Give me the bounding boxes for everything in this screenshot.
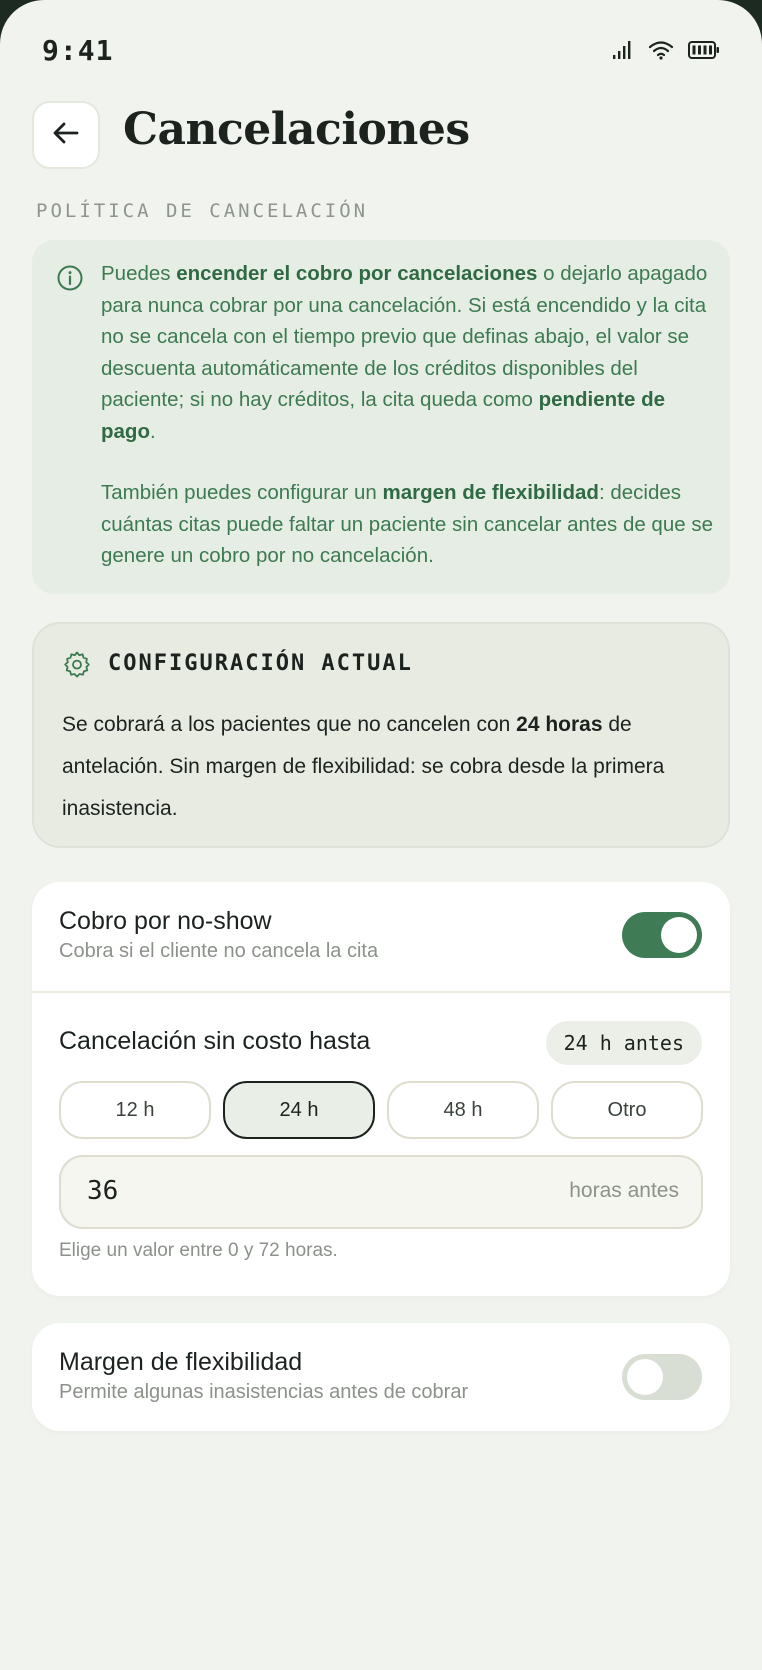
gear-icon [62,650,92,680]
section-label-policy: POLÍTICA DE CANCELACIÓN [36,200,369,222]
page-title: Cancelaciones [123,104,470,155]
no-show-card: Cobro por no-show Cobra si el cliente no… [32,882,730,1296]
option-24h[interactable]: 24 h [223,1081,375,1139]
option-12h[interactable]: 12 h [59,1081,211,1139]
divider [32,991,730,993]
option-other[interactable]: Otro [551,1081,703,1139]
phone-screen: 9:41 Cancelaciones POLÍTICA DE CANCELACI… [0,0,762,1670]
battery-icon [688,40,720,65]
free-cancel-label: Cancelación sin costo hasta [59,1027,371,1055]
no-show-toggle[interactable] [622,912,702,958]
current-config-text: Se cobrará a los pacientes que no cancel… [62,713,665,820]
no-show-subtitle: Cobra si el cliente no cancela la cita [59,940,379,962]
policy-info-text: Puedes encender el cobro por cancelacion… [101,258,715,572]
flex-margin-title: Margen de flexibilidad [59,1348,303,1376]
hours-options: 12 h 24 h 48 h Otro [59,1081,703,1139]
status-icons [612,40,720,65]
hours-helper-text: Elige un valor entre 0 y 72 horas. [59,1240,338,1261]
status-bar: 9:41 [0,0,762,100]
signal-icon [612,40,634,65]
arrow-left-icon [50,117,82,154]
hours-input-unit: horas antes [569,1179,679,1202]
info-icon [56,264,84,292]
policy-info-box: Puedes encender el cobro por cancelacion… [32,240,730,594]
no-show-title: Cobro por no-show [59,907,272,935]
hours-input-value: 36 [87,1176,119,1206]
toggle-knob [627,1359,663,1395]
current-config-box: CONFIGURACIÓN ACTUAL Se cobrará a los pa… [32,622,730,848]
flex-margin-subtitle: Permite algunas inasistencias antes de c… [59,1381,469,1403]
option-48h[interactable]: 48 h [387,1081,539,1139]
policy-paragraph-2: También puedes configurar un margen de f… [101,481,713,567]
back-button[interactable] [32,101,100,169]
flex-margin-toggle[interactable] [622,1354,702,1400]
status-time: 9:41 [42,34,114,67]
current-config-title: CONFIGURACIÓN ACTUAL [108,651,413,676]
wifi-icon [648,40,674,65]
free-cancel-badge: 24 h antes [545,1021,702,1065]
toggle-knob [661,917,697,953]
flex-margin-card: Margen de flexibilidad Permite algunas i… [32,1323,730,1431]
hours-input[interactable]: 36 horas antes [59,1155,703,1229]
policy-paragraph-1: Puedes encender el cobro por cancelacion… [101,262,708,443]
